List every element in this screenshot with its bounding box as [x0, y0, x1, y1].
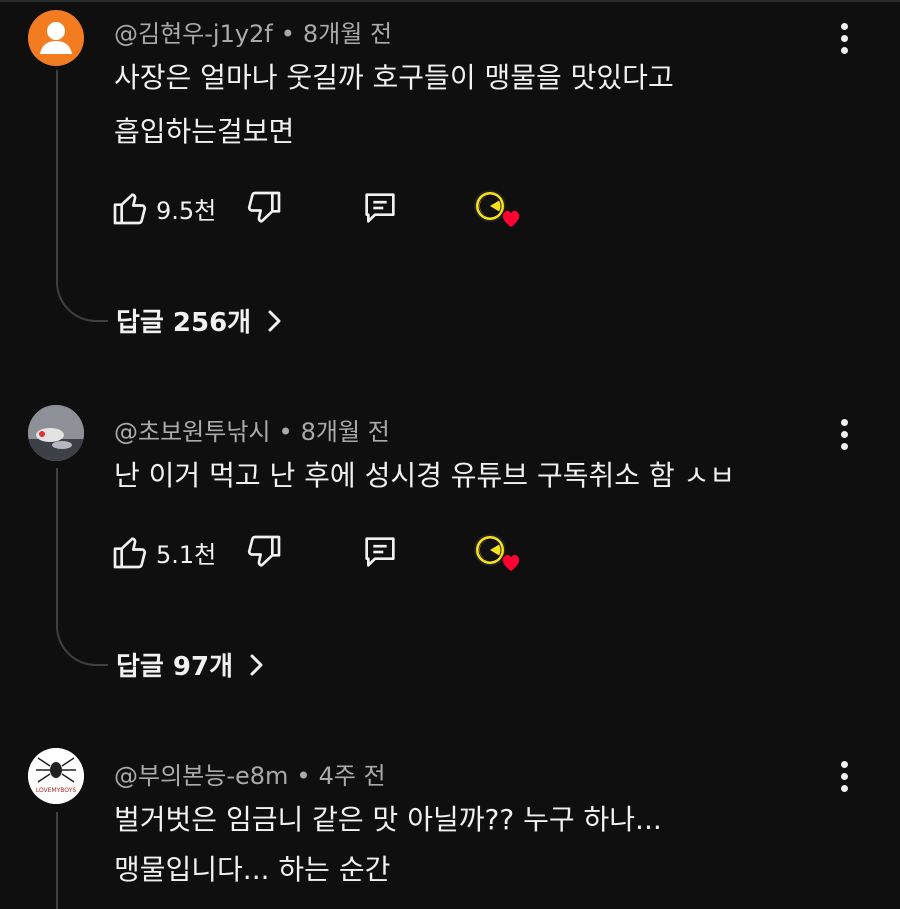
like-button[interactable]: 9.5천 [110, 186, 216, 230]
meta-separator: • [280, 20, 295, 48]
replies-label: 답글 97개 [116, 652, 233, 682]
thread-line [56, 468, 108, 666]
reply-button[interactable] [360, 530, 400, 574]
more-vert-icon [840, 22, 848, 30]
more-dot [840, 442, 848, 450]
more-options-button[interactable] [832, 414, 856, 454]
comment-meta: @부의본능-e8m • 4주 전 [114, 756, 386, 791]
more-dot [840, 784, 848, 792]
default-person-icon [40, 22, 72, 54]
comment-meta: @초보원투낚시 • 8개월 전 [114, 412, 390, 447]
comment-text-line: 맹물입니다... 하는 순간 [114, 853, 391, 886]
comment-time: 8개월 전 [302, 20, 393, 48]
view-replies-button[interactable]: 답글 256개 [116, 302, 285, 339]
comment-text-line: 난 이거 먹고 난 후에 성시경 유튜브 구독취소 함 ㅅㅂ [114, 459, 736, 492]
more-dot [840, 34, 848, 42]
comment-icon [365, 193, 395, 223]
more-dot [840, 772, 848, 780]
comment-meta: @김현우-j1y2f • 8개월 전 [114, 14, 392, 49]
creator-heart-icon [474, 190, 521, 229]
more-dot [840, 46, 848, 54]
view-replies-button[interactable]: 답글 97개 [116, 646, 267, 683]
avatar-text: LOVEMYBOYS [36, 787, 77, 794]
thumbs-down-icon [247, 535, 281, 567]
dislike-button[interactable] [244, 530, 284, 574]
comment-actions: 9.5천 [110, 186, 550, 230]
like-button[interactable]: 5.1천 [110, 530, 216, 574]
more-options-button[interactable] [832, 756, 856, 796]
more-options-button[interactable] [832, 18, 856, 58]
avatar[interactable] [28, 405, 84, 461]
fishing-photo-avatar [28, 405, 84, 461]
creator-heart-badge [474, 188, 526, 232]
comment-text-line: 벌거벗은 임금니 같은 맛 아닐까?? 누구 하나... [114, 803, 662, 836]
more-vert-icon [840, 760, 848, 768]
author-name[interactable]: @초보원투낚시 [114, 418, 270, 446]
meta-separator: • [278, 418, 293, 446]
more-vert-icon [840, 418, 848, 426]
like-count: 5.1천 [156, 540, 217, 569]
thumbs-up-icon [113, 537, 147, 569]
comment-time: 4주 전 [318, 762, 386, 790]
chevron-right-icon [268, 310, 281, 331]
creator-heart-icon [474, 534, 521, 573]
creator-heart-badge [474, 532, 526, 576]
comment-time: 8개월 전 [300, 418, 390, 446]
reply-button[interactable] [360, 186, 400, 230]
comment-text-line: 흡입하는걸보면 [114, 115, 295, 148]
like-count: 9.5천 [156, 196, 217, 225]
thumbs-up-icon [113, 193, 147, 225]
meta-separator: • [296, 762, 311, 790]
chevron-right-icon [250, 654, 263, 675]
thumbs-down-icon [247, 191, 281, 223]
replies-label: 답글 256개 [116, 308, 252, 338]
author-name[interactable]: @김현우-j1y2f [114, 20, 273, 48]
comment-text-line: 사장은 얼마나 웃길까 호구들이 맹물을 맛있다고 [114, 61, 674, 94]
comment-icon [365, 537, 395, 567]
thread-line [56, 812, 108, 909]
dislike-button[interactable] [244, 186, 284, 230]
more-dot [840, 430, 848, 438]
spider-logo-avatar: LOVEMYBOYS [28, 748, 84, 804]
avatar[interactable]: LOVEMYBOYS [28, 748, 84, 804]
comment-actions: 5.1천 [110, 530, 550, 574]
avatar[interactable] [28, 10, 84, 66]
thread-line [56, 70, 108, 322]
author-name[interactable]: @부의본능-e8m [114, 762, 288, 790]
